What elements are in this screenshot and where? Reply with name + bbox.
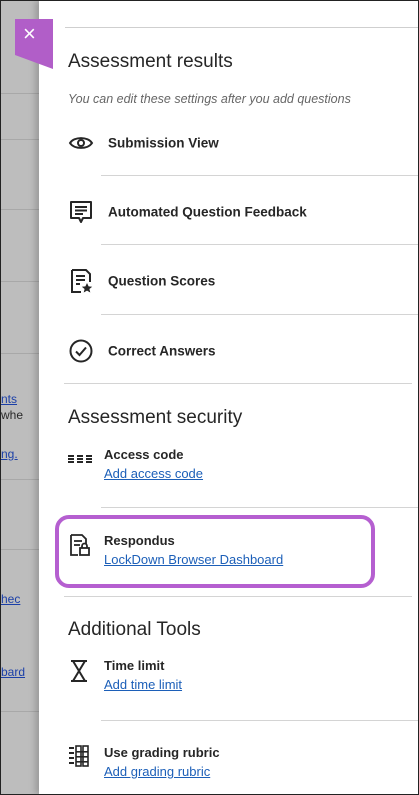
time-limit-title: Time limit [104,658,165,673]
submission-view-label: Submission View [108,135,219,151]
bg-text-fragment[interactable]: bard [1,665,25,679]
lockdown-browser-dashboard-link[interactable]: LockDown Browser Dashboard [104,552,283,567]
add-access-code-link[interactable]: Add access code [104,466,203,481]
lockdown-doc-icon [70,534,90,556]
bg-divider [1,139,39,140]
section-divider [64,596,412,597]
scores-icon [71,269,93,293]
assessment-results-heading: Assessment results [68,51,233,72]
bg-text-fragment[interactable]: hec [1,592,20,606]
asterisks-icon [68,455,92,463]
question-scores-item[interactable]: Question Scores [68,261,418,301]
bg-divider [1,209,39,210]
access-code-setting: Access code Add access code [68,447,418,487]
section-divider [64,383,412,384]
feedback-icon [70,201,92,223]
close-icon: × [23,21,36,46]
check-circle-icon [69,339,93,363]
row-divider [101,244,418,245]
dimmed-background-page: nts whe ng. hec bard [1,1,39,794]
assessment-results-hint: You can edit these settings after you ad… [68,92,351,106]
correct-answers-item[interactable]: Correct Answers [68,331,418,371]
bg-divider [1,711,39,712]
automated-question-feedback-label: Automated Question Feedback [108,204,307,220]
automated-question-feedback-item[interactable]: Automated Question Feedback [68,192,418,232]
screen-frame: nts whe ng. hec bard Assessment results … [0,0,419,795]
bg-text-fragment[interactable]: ng. [1,447,18,461]
additional-tools-heading: Additional Tools [68,619,201,640]
respondus-title: Respondus [104,533,175,548]
grading-rubric-setting: Use grading rubric Add grading rubric [68,745,418,785]
add-time-limit-link[interactable]: Add time limit [104,677,182,692]
correct-answers-label: Correct Answers [108,343,216,359]
respondus-setting: Respondus LockDown Browser Dashboard [68,533,418,573]
submission-view-item[interactable]: Submission View [68,123,418,163]
assessment-security-heading: Assessment security [68,407,243,428]
bg-divider [1,549,39,550]
hourglass-icon [71,660,87,682]
bg-text-fragment[interactable]: nts [1,392,17,406]
bg-divider [1,479,39,480]
rubric-icon [69,745,89,767]
settings-panel: Assessment results You can edit these se… [39,1,418,794]
bg-divider [1,281,39,282]
bg-divider [1,353,39,354]
row-divider [101,175,418,176]
row-divider [101,720,418,721]
grading-rubric-title: Use grading rubric [104,745,220,760]
row-divider [101,507,418,508]
eye-icon [68,137,94,149]
row-divider [101,314,418,315]
question-scores-label: Question Scores [108,273,216,289]
time-limit-setting: Time limit Add time limit [68,658,418,698]
add-grading-rubric-link[interactable]: Add grading rubric [104,764,210,779]
bg-divider [1,93,39,94]
bg-text-fragment: whe [1,408,24,422]
panel-top-divider [65,27,418,28]
access-code-title: Access code [104,447,184,462]
